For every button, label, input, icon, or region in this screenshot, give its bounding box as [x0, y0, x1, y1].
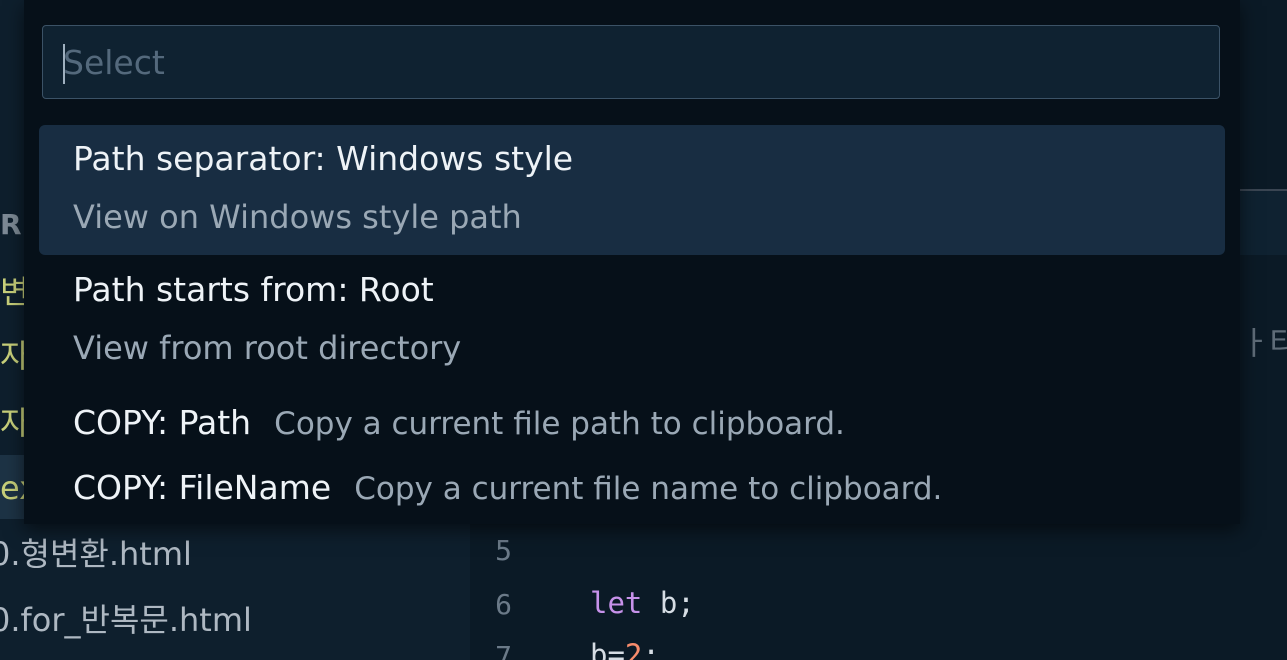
quick-pick-item-copy-filename[interactable]: COPY: FileName Copy a current file name …	[39, 456, 1225, 520]
quick-pick-item-label: Path separator: Windows style	[73, 139, 574, 178]
quick-pick-item-copy-path[interactable]: COPY: Path Copy a current file path to c…	[39, 391, 1225, 455]
quick-pick-item-description: View from root directory	[73, 329, 462, 367]
quick-pick-item-description: View on Windows style path	[73, 198, 522, 236]
editor-tab-strip	[1236, 191, 1287, 255]
quick-pick-item-path-starts-from[interactable]: Path starts from: Root View from root di…	[39, 256, 1225, 386]
line-number: 6	[495, 588, 512, 621]
line-number: 7	[495, 640, 512, 660]
vscode-window: RI 변 자 자 ex 0.형변환.html 0.for_반복문.html ㅏ타…	[0, 0, 1287, 660]
text-cursor	[63, 44, 65, 84]
quick-pick-item-description: Copy a current file path to clipboard.	[274, 406, 845, 442]
quick-pick-item-path-separator[interactable]: Path separator: Windows style View on Wi…	[39, 125, 1225, 255]
code-text: b=	[590, 638, 625, 660]
quick-pick-search-input[interactable]	[63, 26, 1203, 98]
editor-partial-text: ㅏ타	[1240, 324, 1287, 362]
code-line[interactable]: b=2;	[590, 638, 660, 660]
quick-pick-search-box[interactable]	[42, 25, 1220, 99]
code-keyword: let	[590, 586, 643, 620]
code-line[interactable]: let b;	[590, 586, 695, 620]
quick-pick-item-description: Copy a current file name to clipboard.	[354, 471, 943, 507]
quick-pick-item-label: COPY: FileName	[73, 468, 332, 507]
quick-pick-item-label: COPY: Path	[73, 403, 252, 442]
code-text: ;	[642, 638, 660, 660]
code-number: 2	[624, 638, 643, 660]
quick-pick-item-label: Path starts from: Root	[73, 270, 434, 309]
explorer-file-item[interactable]: 0.형변환.html	[0, 524, 192, 584]
explorer-file-item[interactable]: 0.for_반복문.html	[0, 590, 252, 650]
line-number: 5	[495, 534, 512, 567]
code-text: b;	[642, 586, 695, 620]
